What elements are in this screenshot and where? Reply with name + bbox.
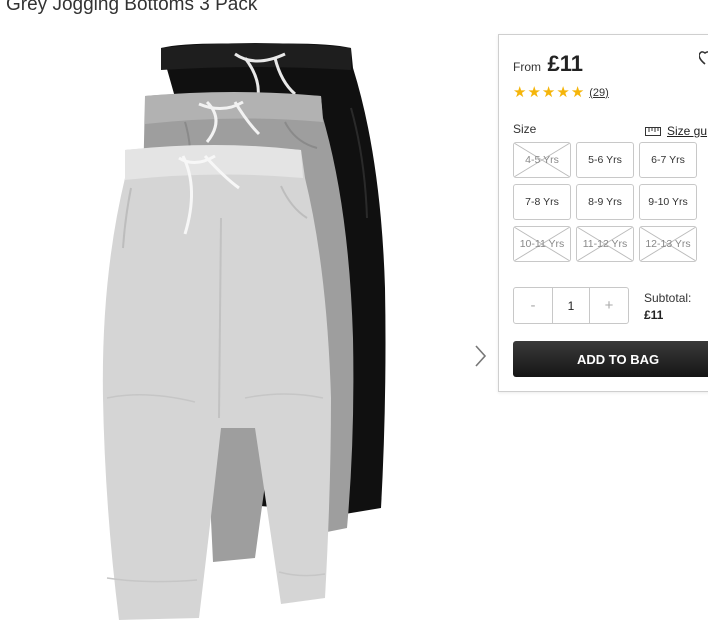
product-image: [102, 43, 386, 620]
review-count-link[interactable]: (29): [589, 87, 609, 99]
add-to-bag-button[interactable]: ADD TO BAG: [513, 341, 708, 377]
size-option-label: 7-8 Yrs: [525, 196, 559, 208]
price-prefix: From: [513, 60, 541, 74]
size-option-label: 11-12 Yrs: [582, 238, 628, 250]
size-option[interactable]: 7-8 Yrs: [513, 184, 571, 220]
heart-icon[interactable]: [699, 49, 708, 69]
subtotal-label: Subtotal:: [644, 291, 692, 305]
size-option[interactable]: 8-9 Yrs: [576, 184, 634, 220]
size-option[interactable]: 9-10 Yrs: [639, 184, 697, 220]
size-option[interactable]: 12-13 Yrs: [639, 226, 697, 262]
size-option-label: 9-10 Yrs: [648, 196, 688, 208]
size-label: Size: [513, 122, 537, 136]
quantity-input[interactable]: [552, 288, 590, 323]
subtotal: Subtotal: £11: [644, 291, 691, 322]
price-value: £11: [547, 51, 583, 76]
size-option-label: 8-9 Yrs: [588, 196, 622, 208]
star-icon: ★: [513, 84, 527, 101]
star-icon: ★: [556, 84, 570, 101]
page-title: Grey Jogging Bottoms 3 Pack: [6, 0, 258, 15]
ruler-icon: [645, 126, 661, 136]
star-rating: ★ ★ ★ ★ ★: [513, 85, 585, 100]
size-option[interactable]: 4-5 Yrs: [513, 142, 571, 178]
quantity-increase-button[interactable]: +: [590, 288, 628, 323]
size-option[interactable]: 6-7 Yrs: [639, 142, 697, 178]
size-option-label: 5-6 Yrs: [588, 154, 622, 166]
rating: ★ ★ ★ ★ ★ (29): [513, 85, 609, 100]
size-guide-label: Size gu: [667, 124, 708, 138]
size-option[interactable]: 11-12 Yrs: [576, 226, 634, 262]
chevron-right-icon[interactable]: [470, 343, 490, 369]
star-icon: ★: [541, 84, 556, 101]
size-option-label: 6-7 Yrs: [651, 154, 685, 166]
price: From £11: [513, 51, 583, 77]
size-guide-link[interactable]: Size gu: [645, 124, 707, 138]
quantity-stepper: - +: [513, 287, 629, 324]
star-icon: ★: [570, 84, 585, 101]
size-option-label: 12-13 Yrs: [645, 238, 691, 250]
quantity-decrease-button[interactable]: -: [514, 288, 552, 323]
size-option-label: 4-5 Yrs: [525, 154, 559, 166]
size-option[interactable]: 5-6 Yrs: [576, 142, 634, 178]
star-icon: ★: [527, 84, 541, 101]
size-option-label: 10-11 Yrs: [519, 238, 565, 250]
size-option[interactable]: 10-11 Yrs: [513, 226, 571, 262]
purchase-panel: From £11 ★ ★ ★ ★ ★ (29) Size Size gu 4-5…: [498, 34, 708, 392]
subtotal-value: £11: [644, 308, 664, 322]
